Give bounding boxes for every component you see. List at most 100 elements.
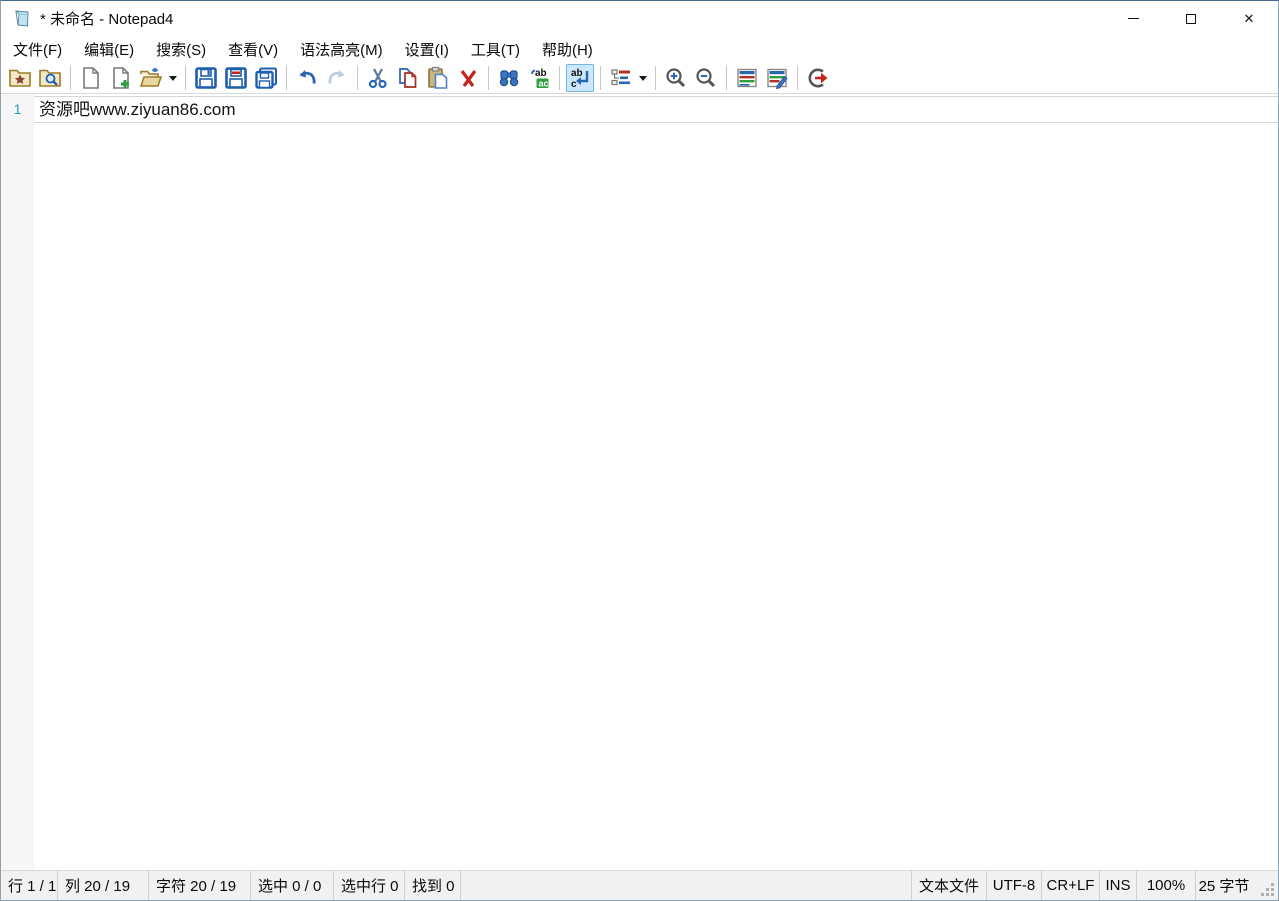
close-button[interactable]: ✕ [1220, 1, 1278, 36]
paste-button[interactable] [424, 64, 452, 92]
save-all-button[interactable] [252, 64, 280, 92]
svg-text:ab: ab [535, 68, 547, 79]
toolbar-separator [600, 66, 601, 90]
zoom-in-button[interactable] [662, 64, 690, 92]
menu-edit[interactable]: 编辑(E) [73, 35, 145, 64]
status-encoding[interactable]: UTF-8 [986, 871, 1041, 900]
save-icon [194, 66, 218, 90]
close-icon: ✕ [1244, 12, 1255, 25]
scheme-dropdown[interactable] [636, 64, 650, 92]
grip-dot [1271, 883, 1274, 886]
editor-text[interactable]: 资源吧www.ziyuan86.com [34, 97, 236, 122]
zoom-in-icon [664, 66, 688, 90]
find-icon [497, 66, 521, 90]
status-sel-lines: 选中行 0 [334, 871, 405, 900]
maximize-button[interactable] [1162, 1, 1220, 36]
view-schemes-icon [735, 66, 759, 90]
exit-icon [806, 66, 830, 90]
status-doc-type[interactable]: 文本文件 [911, 871, 986, 900]
new-file-plus-icon [109, 66, 133, 90]
browse-button[interactable] [36, 64, 64, 92]
menu-settings[interactable]: 设置(I) [394, 35, 460, 64]
minimize-button[interactable] [1104, 1, 1162, 36]
undo-icon [295, 66, 319, 90]
grip-dot [1271, 888, 1274, 891]
open-file-button[interactable] [137, 64, 165, 92]
toolbar-separator [559, 66, 560, 90]
redo-icon [325, 66, 349, 90]
title-bar: * 未命名 - Notepad4 ✕ [1, 1, 1278, 36]
status-line: 行 1 / 1 [1, 871, 58, 900]
menu-bar: 文件(F) 编辑(E) 搜索(S) 查看(V) 语法高亮(M) 设置(I) 工具… [1, 36, 1278, 63]
save-button[interactable] [192, 64, 220, 92]
redo-button[interactable] [323, 64, 351, 92]
copy-button[interactable] [394, 64, 422, 92]
exit-button[interactable] [804, 64, 832, 92]
status-matches: 找到 0 [405, 871, 461, 900]
status-character: 字符 20 / 19 [149, 871, 251, 900]
maximize-icon [1186, 14, 1196, 24]
status-column: 列 20 / 19 [58, 871, 149, 900]
find-button[interactable] [495, 64, 523, 92]
word-wrap-icon: ab c [568, 66, 592, 90]
new-file-icon [79, 66, 103, 90]
status-eol-mode[interactable]: CR+LF [1041, 871, 1099, 900]
line-number-margin [1, 94, 34, 870]
customize-schemes-icon [765, 66, 789, 90]
svg-text:c: c [571, 79, 577, 90]
grip-dot [1266, 888, 1269, 891]
minimize-icon [1128, 18, 1139, 19]
notepad4-window: * 未命名 - Notepad4 ✕ 文件(F) 编辑(E) 搜索(S) 查看(… [0, 0, 1279, 901]
scheme-button[interactable] [607, 64, 635, 92]
browse-folder-icon [38, 66, 62, 90]
status-selection: 选中 0 / 0 [251, 871, 334, 900]
cut-icon [366, 66, 390, 90]
menu-file[interactable]: 文件(F) [2, 35, 73, 64]
toolbar-separator [655, 66, 656, 90]
resize-grip[interactable] [1252, 871, 1278, 900]
cut-button[interactable] [364, 64, 392, 92]
caption-buttons: ✕ [1104, 1, 1278, 36]
paste-icon [426, 66, 450, 90]
scheme-tree-icon [609, 66, 633, 90]
status-spacer [461, 871, 911, 900]
new-file-button[interactable] [77, 64, 105, 92]
status-bar: 行 1 / 1 列 20 / 19 字符 20 / 19 选中 0 / 0 选中… [1, 870, 1278, 900]
chevron-down-icon [169, 76, 177, 81]
chevron-down-icon [639, 76, 647, 81]
toolbar-separator [357, 66, 358, 90]
replace-button[interactable]: ab ac [525, 64, 553, 92]
line-number: 1 [1, 96, 34, 123]
replace-icon: ab ac [527, 66, 551, 90]
grip-dot [1271, 893, 1274, 896]
current-line[interactable]: 资源吧www.ziyuan86.com [34, 96, 1278, 123]
menu-tools[interactable]: 工具(T) [460, 35, 531, 64]
delete-button[interactable] [454, 64, 482, 92]
status-insert-mode[interactable]: INS [1099, 871, 1136, 900]
save-as-icon [224, 66, 248, 90]
zoom-out-button[interactable] [692, 64, 720, 92]
undo-button[interactable] [293, 64, 321, 92]
editor-area[interactable]: 1 资源吧www.ziyuan86.com [1, 93, 1278, 870]
toolbar-separator [286, 66, 287, 90]
customize-schemes-button[interactable] [763, 64, 791, 92]
zoom-out-icon [694, 66, 718, 90]
open-file-dropdown[interactable] [166, 64, 180, 92]
menu-search[interactable]: 搜索(S) [145, 35, 217, 64]
toolbar-separator [185, 66, 186, 90]
toolbar-separator [488, 66, 489, 90]
save-as-button[interactable] [222, 64, 250, 92]
toolbar-separator [797, 66, 798, 90]
word-wrap-button[interactable]: ab c [566, 64, 594, 92]
menu-scheme[interactable]: 语法高亮(M) [289, 35, 394, 64]
favorites-folder-icon [8, 66, 32, 90]
menu-view[interactable]: 查看(V) [217, 35, 289, 64]
status-file-size: 25 字节 [1195, 871, 1252, 900]
copy-icon [396, 66, 420, 90]
new-window-button[interactable] [107, 64, 135, 92]
menu-help[interactable]: 帮助(H) [531, 35, 604, 64]
view-schemes-button[interactable] [733, 64, 761, 92]
toolbar-separator [726, 66, 727, 90]
favorites-button[interactable] [6, 64, 34, 92]
status-zoom-level[interactable]: 100% [1136, 871, 1195, 900]
